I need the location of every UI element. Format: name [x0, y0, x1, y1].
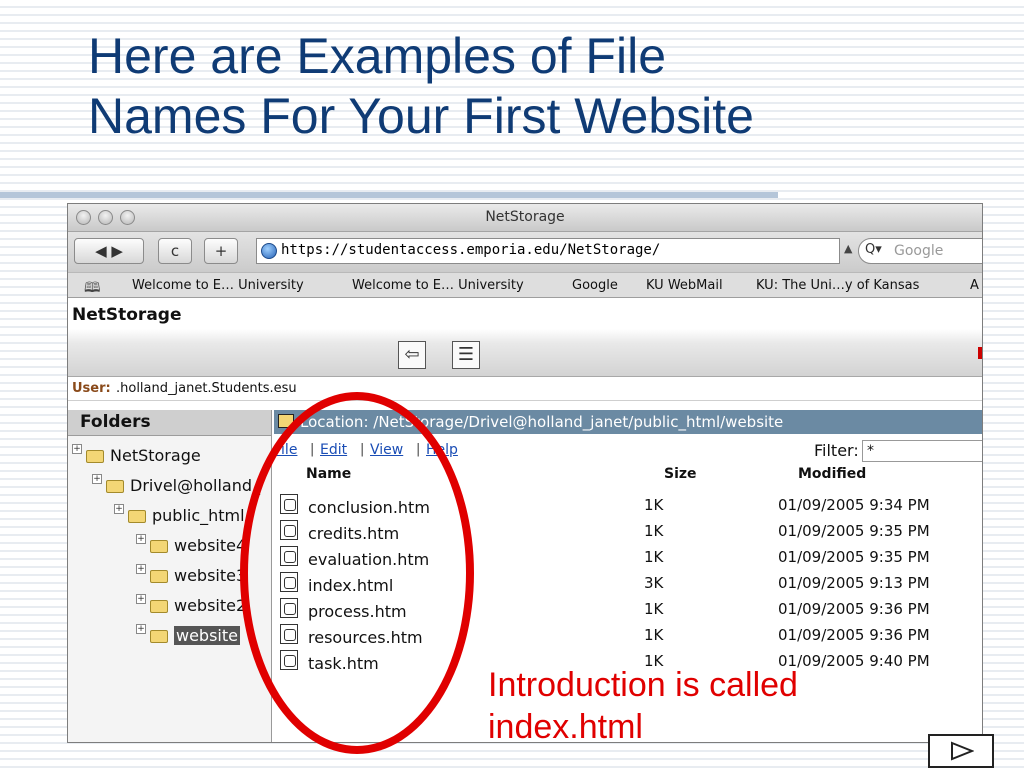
bookmarks-book-icon[interactable]: 🕮	[84, 277, 101, 301]
window-title: NetStorage	[485, 209, 565, 225]
file-size: 3K	[644, 574, 664, 592]
slide-title: Here are Examples of File Names For Your…	[88, 26, 988, 146]
title-divider	[0, 192, 778, 198]
folder-icon	[86, 450, 104, 463]
tree-item-label: website4	[174, 536, 247, 555]
bookmarks-bar: 🕮 Welcome to E… University Welcome to E……	[68, 272, 982, 298]
tree-item-label: website3	[174, 566, 247, 585]
caret-up-icon: ▲	[844, 242, 853, 255]
expand-icon[interactable]: +	[92, 474, 102, 484]
folder-icon	[150, 540, 168, 553]
tree-item-label: public_html	[152, 506, 245, 525]
tree-item-label: NetStorage	[110, 446, 201, 465]
file-modified: 01/09/2005 9:36 PM	[778, 600, 930, 618]
reload-button[interactable]: c	[158, 238, 192, 264]
red-marker	[978, 347, 982, 359]
file-modified: 01/09/2005 9:34 PM	[778, 496, 930, 514]
file-size: 1K	[644, 626, 664, 644]
slide-caption: Introduction is called index.html	[488, 664, 868, 748]
address-bar[interactable]: https://studentaccess.emporia.edu/NetSto…	[256, 238, 840, 264]
notes-icon[interactable]: ☰	[452, 341, 480, 369]
column-header-size[interactable]: Size	[664, 466, 697, 482]
file-modified: 01/09/2005 9:13 PM	[778, 574, 930, 592]
tree-item-label: Drivel@holland_	[130, 476, 261, 495]
caption-line-2: index.html	[488, 708, 643, 746]
file-size: 1K	[644, 496, 664, 514]
bookmark-item[interactable]: KU WebMail	[646, 278, 723, 293]
expand-icon[interactable]: +	[114, 504, 124, 514]
folder-icon	[150, 600, 168, 613]
window-titlebar: NetStorage	[68, 204, 982, 232]
slide-title-line-1: Here are Examples of File	[88, 28, 667, 84]
url-text: https://studentaccess.emporia.edu/NetSto…	[281, 242, 661, 258]
file-modified: 01/09/2005 9:35 PM	[778, 522, 930, 540]
app-name: NetStorage	[72, 305, 182, 325]
logout-icon[interactable]: ⇦	[398, 341, 426, 369]
tree-item-drive[interactable]: + Drivel@holland_	[92, 474, 270, 498]
folder-icon	[106, 480, 124, 493]
user-value: .holland_janet.Students.esu	[116, 381, 297, 396]
netstorage-header: NetStorage ⇦ ☰	[68, 299, 982, 377]
folder-icon	[150, 630, 168, 643]
expand-icon[interactable]: +	[136, 564, 146, 574]
user-label: User:	[72, 381, 111, 396]
folder-icon	[150, 570, 168, 583]
tree-item-label: website2	[174, 596, 247, 615]
globe-icon	[261, 243, 277, 259]
next-slide-button[interactable]	[928, 734, 994, 768]
file-size: 1K	[644, 522, 664, 540]
bookmark-item[interactable]: Welcome to E… University	[132, 278, 304, 293]
caption-line-1: Introduction is called	[488, 666, 798, 704]
browser-toolbar: ◀︎ ▶︎ c + https://studentaccess.emporia.…	[68, 232, 982, 272]
file-size: 1K	[644, 548, 664, 566]
folder-icon	[128, 510, 146, 523]
back-forward-icon: ◀︎ ▶︎	[95, 242, 123, 260]
add-bookmark-button[interactable]: +	[204, 238, 238, 264]
bookmark-item[interactable]: A	[970, 278, 979, 293]
folders-title: Folders	[80, 412, 151, 432]
bookmark-item[interactable]: Google	[572, 278, 618, 293]
tree-item-label-selected: website	[174, 626, 240, 645]
filter-label: Filter:	[814, 441, 859, 460]
back-forward-button[interactable]: ◀︎ ▶︎	[74, 238, 144, 264]
expand-icon[interactable]: +	[136, 624, 146, 634]
folders-header: Folders	[68, 410, 271, 436]
file-size: 1K	[644, 600, 664, 618]
column-header-modified[interactable]: Modified	[798, 466, 866, 482]
file-modified: 01/09/2005 9:36 PM	[778, 626, 930, 644]
expand-icon[interactable]: +	[72, 444, 82, 454]
browser-window: NetStorage ◀︎ ▶︎ c + https://studentacce…	[67, 203, 983, 743]
filter-input[interactable]: *	[862, 440, 982, 462]
search-icon: Q▾	[865, 242, 882, 257]
tree-item-netstorage[interactable]: + NetStorage	[72, 444, 270, 468]
bookmark-item[interactable]: KU: The Uni…y of Kansas	[756, 278, 919, 293]
file-modified: 01/09/2005 9:35 PM	[778, 548, 930, 566]
highlight-ellipse	[240, 392, 474, 754]
slide-title-line-2: Names For Your First Website	[88, 88, 754, 144]
search-placeholder: Google	[894, 243, 944, 259]
play-triangle-icon	[951, 741, 974, 761]
expand-icon[interactable]: +	[136, 534, 146, 544]
user-row: User: .holland_janet.Students.esu	[68, 377, 982, 401]
expand-icon[interactable]: +	[136, 594, 146, 604]
bookmark-item[interactable]: Welcome to E… University	[352, 278, 524, 293]
search-input[interactable]: Q▾ Google	[858, 238, 982, 264]
